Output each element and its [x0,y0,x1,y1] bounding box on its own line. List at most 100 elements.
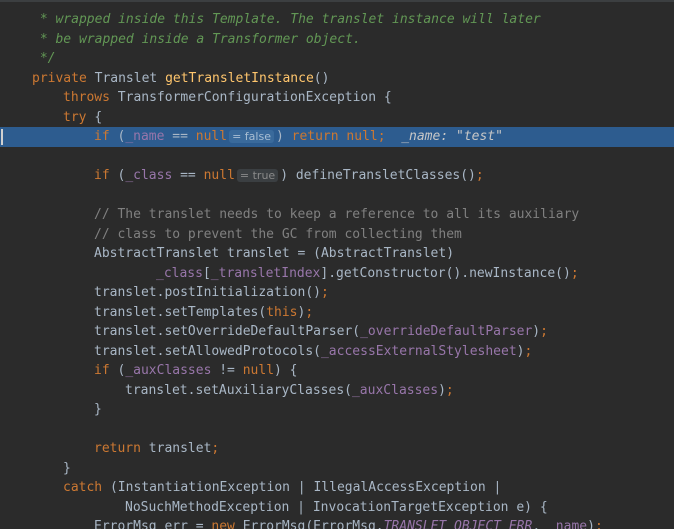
code-token: ) defineTransletClasses() [280,168,476,183]
line-code: // The translet needs to keep a referenc… [94,205,579,225]
code-token: throws [63,90,118,105]
code-line[interactable]: translet.setOverrideDefaultParser(_overr… [0,322,674,342]
code-token: "test" [456,129,503,144]
code-token: _class [125,168,173,183]
code-token: AbstractTranslet translet = (AbstractTra… [94,246,455,261]
code-token: ) [275,129,292,144]
code-line[interactable]: * wrapped inside this Template. The tran… [0,10,674,30]
code-line[interactable] [0,420,674,440]
code-line[interactable]: * be wrapped inside a Transformer object… [0,30,674,50]
line-code: * wrapped inside this Template. The tran… [32,10,541,30]
line-code: * be wrapped inside a Transformer object… [32,30,361,50]
code-line[interactable]: return translet; [0,439,674,459]
line-code: translet.setAllowedProtocols(_accessExte… [94,342,532,362]
code-token: _transletIndex [210,265,321,281]
code-token: translet.postInitialization() [94,285,321,300]
code-line[interactable]: translet.setAuxiliaryClasses(_auxClasses… [0,381,674,401]
code-token: ErrorMsg err = [94,519,212,529]
code-line[interactable]: AbstractTranslet translet = (AbstractTra… [0,244,674,264]
line-code: AbstractTranslet translet = (AbstractTra… [94,244,454,264]
code-token: if [94,129,118,144]
code-token: ) [438,382,446,398]
code-line[interactable]: translet.setTemplates(this); [0,303,674,323]
line-code: translet.postInitialization(); [94,283,329,303]
code-line[interactable]: // The translet needs to keep a referenc… [0,205,674,225]
code-line[interactable]: translet.postInitialization(); [0,283,674,303]
code-token: translet.setAuxiliaryClasses( [125,382,352,398]
code-token: (InstantiationException | IllegalAccessE… [109,480,502,495]
code-token: == [164,129,196,144]
line-code: ErrorMsg err = new ErrorMsg(ErrorMsg.TRA… [94,517,603,529]
line-code: _class[_transletIndex].getConstructor().… [156,264,579,284]
line-code: } [63,459,71,479]
code-token: TransformerConfigurationException { [117,90,392,105]
line-code: translet.setOverrideDefaultParser(_overr… [94,322,548,342]
code-token: } [63,460,71,476]
code-token: return null [291,129,378,144]
code-line[interactable]: ErrorMsg err = new ErrorMsg(ErrorMsg.TRA… [0,517,674,529]
code-line[interactable]: private Translet getTransletInstance() [0,69,674,89]
code-token: new [211,519,243,529]
code-line[interactable]: if (_auxClasses != null) { [0,361,674,381]
inline-hint: = true [236,169,279,182]
code-token: ].getConstructor().newInstance() [320,265,571,281]
code-token: ) [587,519,595,529]
code-token: // class to prevent the GC from collecti… [94,226,462,242]
code-token: private [32,70,95,86]
code-token: _accessExternalStylesheet [320,343,517,359]
editor-top-border [0,0,674,2]
code-token: _overrideDefaultParser [360,324,533,339]
code-token: null [242,363,275,378]
code-line[interactable]: // class to prevent the GC from collecti… [0,225,674,245]
code-token: translet.setTemplates( [94,304,267,320]
code-line[interactable]: NoSuchMethodException | InvocationTarget… [0,498,674,518]
code-line[interactable]: if (_class == null = true) defineTranslet… [0,166,674,186]
code-token: != [211,363,243,378]
code-line[interactable]: _class[_transletIndex].getConstructor().… [0,264,674,284]
line-code: catch (InstantiationException | IllegalA… [63,478,501,498]
code-token: translet [148,441,212,456]
code-line[interactable]: throws TransformerConfigurationException… [0,88,674,108]
inline-hint: = false [229,130,274,143]
code-token: this [266,304,298,320]
code-token: _name [547,519,588,529]
code-token: getTransletInstance [165,70,314,86]
code-token: ) [532,324,541,339]
code-token: return [94,441,149,456]
code-token: [ [202,265,211,281]
code-line[interactable]: */ [0,49,674,69]
code-editor[interactable]: * wrapped inside this Template. The tran… [0,0,674,529]
code-token: if [94,168,118,183]
code-token: ; [211,441,220,456]
code-line[interactable]: catch (InstantiationException | IllegalA… [0,478,674,498]
code-token: Translet [94,70,166,86]
code-token: _auxClasses [351,382,439,398]
line-code: if (_class == null = true) defineTranslet… [94,166,484,186]
line-code: translet.setAuxiliaryClasses(_auxClasses… [125,381,454,401]
code-token: _auxClasses [125,363,212,378]
text-caret [1,129,3,145]
code-line[interactable]: } [0,459,674,479]
code-token: ErrorMsg(ErrorMsg. [242,519,384,529]
code-token: ) { [274,363,298,378]
code-token: ; [445,382,454,398]
code-line[interactable] [0,186,674,206]
code-line[interactable] [0,147,674,167]
code-token: null [195,129,228,144]
line-code: throws TransformerConfigurationException… [63,88,392,108]
line-code: translet.setTemplates(this); [94,303,313,323]
code-token: () [313,70,330,86]
code-token: ; [524,343,533,359]
code-token: ; [475,168,484,183]
code-token: _name: [385,129,456,144]
current-line[interactable]: if (_name == null = false) return null; _… [0,127,674,147]
code-token: translet.setOverrideDefaultParser( [94,324,361,339]
code-line[interactable]: translet.setAllowedProtocols(_accessExte… [0,342,674,362]
code-line[interactable]: try { [0,108,674,128]
code-token: translet.setAllowedProtocols( [94,343,321,359]
code-line[interactable]: } [0,400,674,420]
line-code: NoSuchMethodException | InvocationTarget… [125,498,548,518]
code-token: ; [570,265,579,281]
code-token: try [63,109,95,125]
code-token: if [94,363,118,378]
